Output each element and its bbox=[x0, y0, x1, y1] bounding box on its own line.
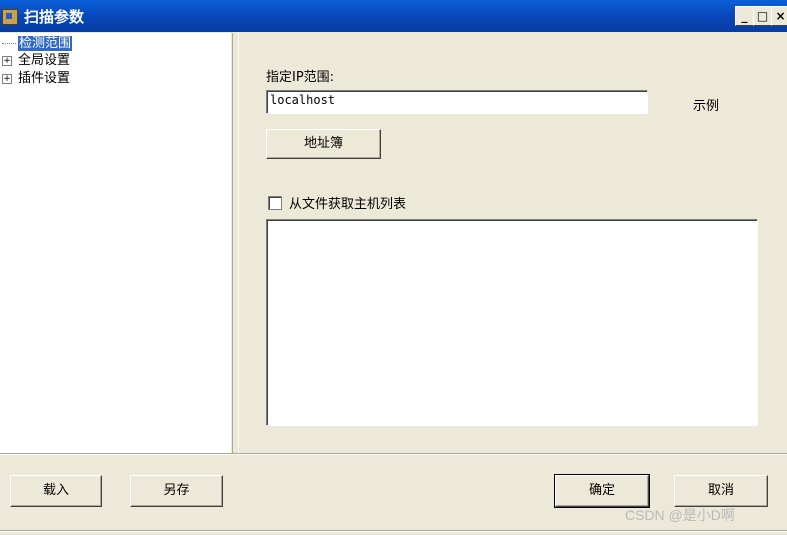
ip-range-label: 指定IP范围: bbox=[266, 70, 335, 85]
load-button[interactable]: 载入 bbox=[10, 475, 102, 507]
cancel-button[interactable]: 取消 bbox=[674, 475, 768, 507]
window-title: 扫描参数 bbox=[24, 8, 85, 26]
title-bar[interactable]: 扫描参数 _ □ × bbox=[0, 0, 787, 32]
scan-range-panel: 指定IP范围: localhost 示例 地址簿 从文件获取主机列表 bbox=[238, 33, 787, 453]
bottom-edge bbox=[0, 530, 787, 532]
tree-item-label: 检测范围 bbox=[18, 36, 73, 51]
host-list-textarea[interactable] bbox=[266, 219, 758, 426]
ok-button[interactable]: 确定 bbox=[554, 474, 650, 508]
ip-range-input[interactable]: localhost bbox=[266, 90, 648, 114]
expand-icon[interactable]: + bbox=[2, 73, 12, 84]
tree-item-label: 插件设置 bbox=[18, 71, 71, 86]
save-as-button[interactable]: 另存 bbox=[130, 475, 223, 507]
address-book-button[interactable]: 地址簿 bbox=[266, 129, 381, 159]
tree-item-plugin-settings[interactable]: + 插件设置 bbox=[2, 71, 70, 87]
tree-connector bbox=[2, 43, 16, 44]
tree-item-global-settings[interactable]: + 全局设置 bbox=[2, 53, 70, 69]
footer-divider bbox=[0, 453, 787, 455]
maximize-button[interactable]: □ bbox=[753, 6, 772, 26]
example-label[interactable]: 示例 bbox=[693, 95, 719, 114]
from-file-checkbox[interactable] bbox=[268, 196, 282, 210]
expand-icon[interactable]: + bbox=[2, 55, 12, 66]
watermark: CSDN @是小D啊 bbox=[625, 507, 735, 523]
app-icon bbox=[2, 9, 18, 25]
tree-item-scan-range[interactable]: 检测范围 bbox=[2, 36, 73, 52]
tree-item-label: 全局设置 bbox=[18, 53, 71, 68]
close-button[interactable]: × bbox=[771, 6, 787, 26]
settings-tree[interactable]: 检测范围 + 全局设置 + 插件设置 bbox=[0, 33, 231, 453]
minimize-button[interactable]: _ bbox=[735, 6, 754, 26]
from-file-checkbox-label[interactable]: 从文件获取主机列表 bbox=[289, 193, 406, 212]
